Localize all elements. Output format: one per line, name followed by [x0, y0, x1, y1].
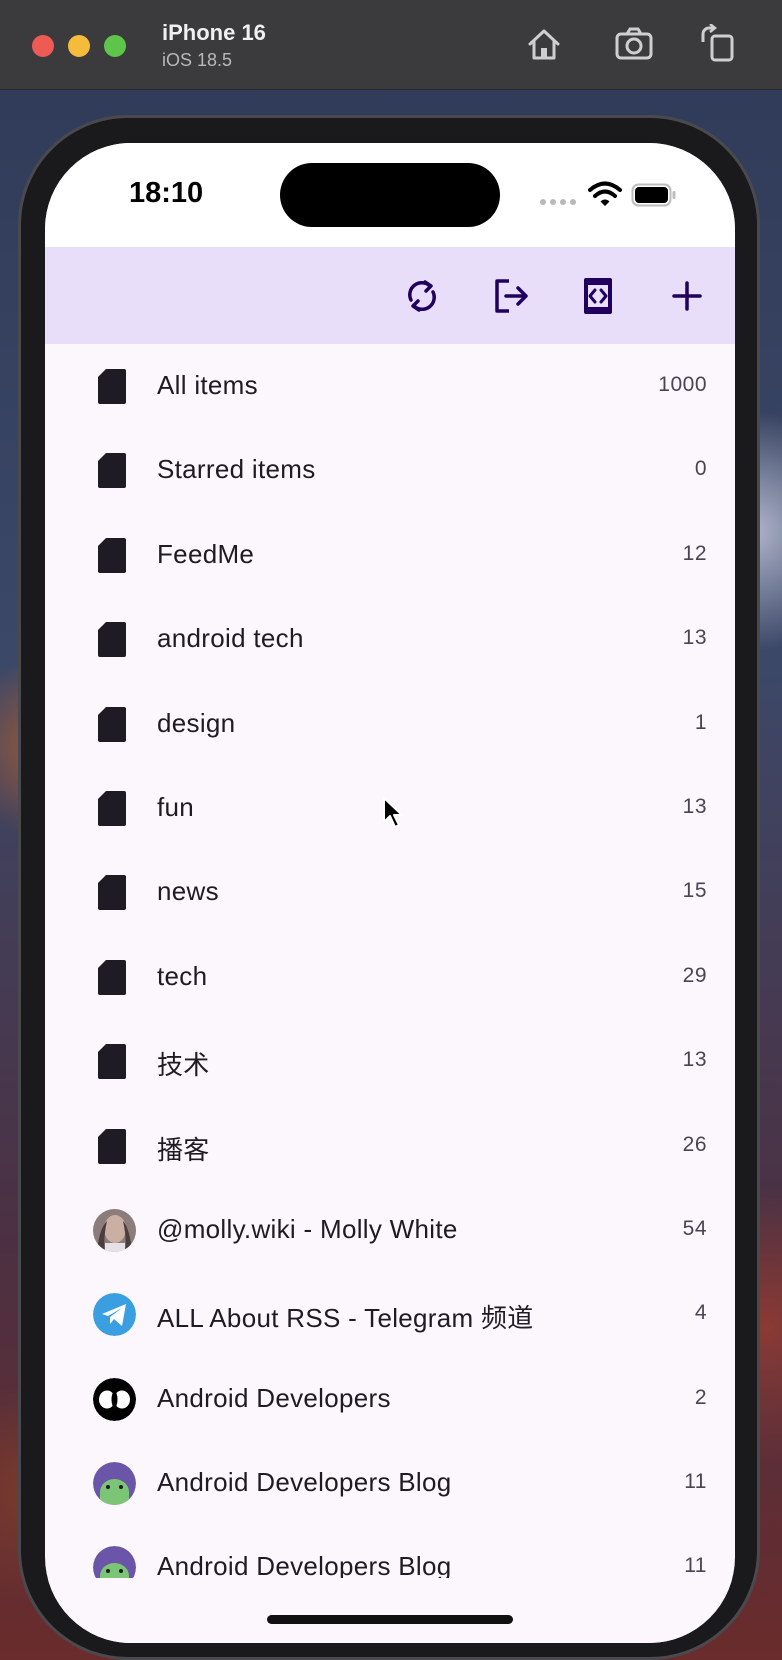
feed-row-label: ALL About RSS - Telegram 频道 [157, 1303, 534, 1334]
feed-row-count: 13 [682, 1048, 707, 1072]
feed-row-count: 0 [694, 457, 707, 481]
feed-row-tech[interactable]: tech 29 [45, 935, 735, 1019]
folder-icon [98, 622, 126, 658]
feed-row-all-items[interactable]: All items 1000 [45, 344, 735, 428]
android-developers-avatar-icon [93, 1377, 136, 1421]
feed-row-label: 技术 [157, 1050, 210, 1081]
feed-row-count: 29 [682, 963, 707, 987]
feed-row-count: 4 [694, 1301, 707, 1325]
feed-row-feedme[interactable]: FeedMe 12 [45, 513, 735, 597]
feed-row-count: 26 [682, 1132, 707, 1156]
molly-white-avatar-icon [93, 1208, 136, 1252]
feed-row-molly-white[interactable]: @molly.wiki - Molly White 54 [45, 1188, 735, 1272]
feed-row-label: news [157, 876, 219, 907]
feed-row-label: Starred items [157, 454, 316, 485]
app-toolbar [45, 247, 735, 344]
telegram-icon [93, 1293, 136, 1337]
status-time: 18:10 [129, 177, 204, 209]
os-version: iOS 18.5 [162, 50, 233, 70]
home-indicator[interactable] [267, 1615, 513, 1624]
folder-icon [98, 369, 126, 404]
feed-row-count: 13 [682, 794, 707, 818]
feed-row-label: android tech [157, 623, 304, 654]
folder-icon [98, 790, 126, 826]
logout-icon[interactable] [489, 274, 533, 318]
folder-icon [98, 706, 126, 742]
wifi-icon [588, 181, 622, 206]
feed-row-jishu[interactable]: 技术 13 [45, 1019, 735, 1103]
folder-icon [98, 453, 126, 489]
android-logo-icon [93, 1462, 136, 1506]
feed-row-label: All items [157, 370, 258, 400]
zoom-window-button[interactable] [104, 35, 126, 57]
feed-row-count: 2 [694, 1385, 707, 1409]
feed-row-all-about-rss[interactable]: ALL About RSS - Telegram 频道 4 [45, 1272, 735, 1356]
feed-row-label: FeedMe [157, 538, 255, 569]
add-icon[interactable] [665, 274, 709, 318]
feed-list: All items 1000 Starred items 0 FeedMe 12… [45, 344, 735, 1610]
screenshot-icon[interactable] [614, 24, 654, 64]
feed-row-count: 11 [684, 1554, 707, 1578]
feed-row-android-developers[interactable]: Android Developers 2 [45, 1357, 735, 1441]
folder-icon [98, 875, 126, 911]
feed-row-android-developers-blog[interactable]: Android Developers Blog 11 [45, 1441, 735, 1525]
feed-row-label: design [157, 707, 236, 738]
feed-row-label: 播客 [157, 1134, 210, 1165]
home-indicator-area [45, 1578, 735, 1643]
feed-row-count: 13 [682, 626, 707, 650]
feed-row-news[interactable]: news 15 [45, 850, 735, 934]
rotate-icon[interactable] [698, 24, 738, 64]
feed-row-count: 12 [682, 541, 707, 565]
sync-icon[interactable] [400, 274, 444, 318]
feed-row-android-tech[interactable]: android tech 13 [45, 597, 735, 681]
feed-row-count: 1 [694, 710, 707, 734]
home-icon[interactable] [524, 24, 564, 64]
feed-row-label: @molly.wiki - Molly White [157, 1213, 458, 1244]
feed-row-design[interactable]: design 1 [45, 682, 735, 766]
feed-row-label: Android Developers [157, 1382, 391, 1413]
simulator-titlebar: iPhone 16 iOS 18.5 [0, 0, 782, 90]
minimize-window-button[interactable] [68, 35, 90, 57]
folder-icon [98, 537, 126, 573]
mouse-pointer-icon [383, 797, 403, 828]
feed-row-label: tech [157, 960, 208, 991]
feed-row-starred-items[interactable]: Starred items 0 [45, 428, 735, 512]
dynamic-island [280, 163, 500, 227]
feed-row-count: 15 [682, 879, 707, 903]
feed-row-label: fun [157, 791, 195, 822]
close-window-button[interactable] [32, 35, 54, 57]
status-bar: 18:10 [45, 143, 735, 247]
code-icon[interactable] [576, 274, 620, 318]
feed-row-count: 54 [682, 1216, 707, 1240]
battery-icon [631, 183, 676, 207]
folder-icon [98, 1044, 126, 1080]
folder-icon [98, 959, 126, 995]
feed-row-boke[interactable]: 播客 26 [45, 1104, 735, 1188]
feed-row-label: Android Developers Blog [157, 1467, 452, 1498]
phone-screen: 18:10 All items 1000 Starred items 0 Fee… [45, 143, 735, 1643]
folder-icon [98, 1128, 126, 1164]
feed-row-count: 11 [684, 1470, 707, 1494]
device-name: iPhone 16 [162, 20, 266, 45]
feed-row-count: 1000 [658, 373, 707, 396]
cellular-signal-icon [540, 199, 576, 205]
